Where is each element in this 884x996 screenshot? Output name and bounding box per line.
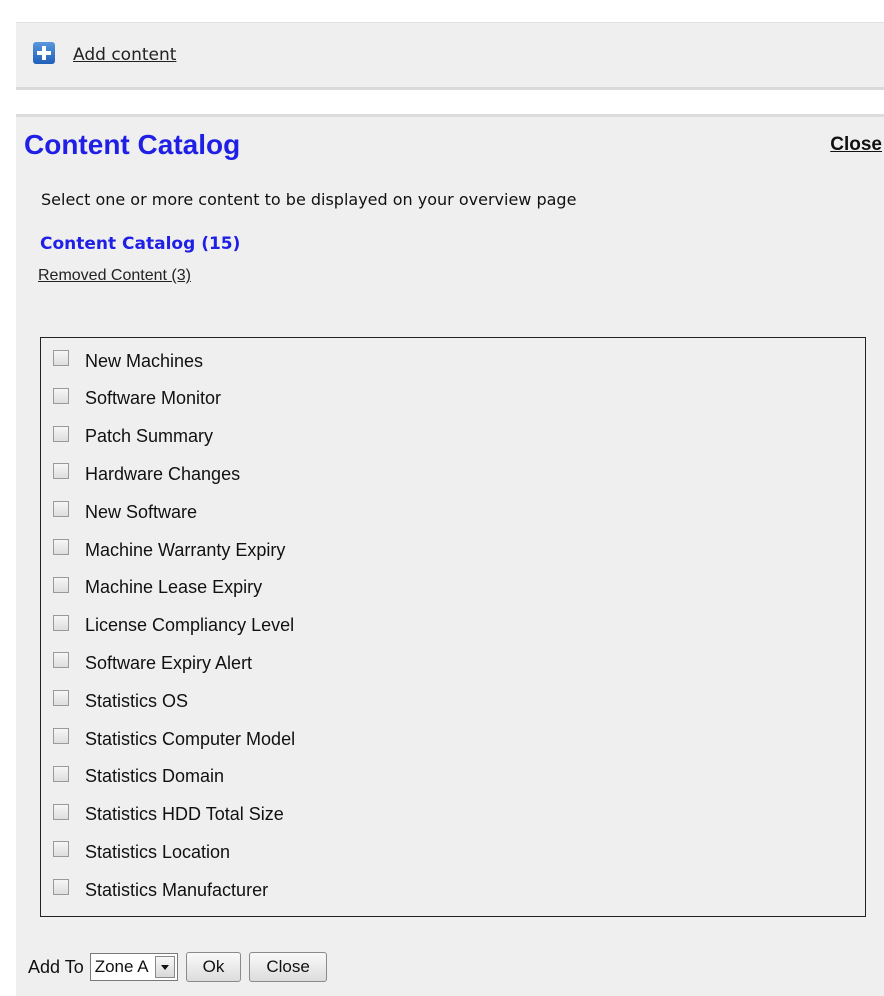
content-item-label: Software Expiry Alert xyxy=(85,652,253,673)
content-item-checkbox[interactable] xyxy=(53,841,69,858)
content-item[interactable]: Machine Lease Expiry xyxy=(53,573,262,597)
content-catalog-panel: Content Catalog Close Select one or more… xyxy=(16,114,884,996)
content-item-checkbox[interactable] xyxy=(53,728,69,744)
content-item-checkbox[interactable] xyxy=(53,803,69,820)
content-item[interactable]: Statistics Computer Model xyxy=(53,724,296,749)
zone-select[interactable]: Zone A xyxy=(89,953,178,981)
content-item-label: Hardware Changes xyxy=(85,463,241,484)
content-item-checkbox[interactable] xyxy=(53,463,69,480)
content-item[interactable]: Machine Warranty Expiry xyxy=(53,535,286,560)
removed-content-link[interactable]: Removed Content (3) xyxy=(38,267,191,285)
content-item-label: Statistics Computer Model xyxy=(85,728,296,749)
content-item[interactable]: Statistics Manufacturer xyxy=(53,875,269,900)
content-item-label: New Software xyxy=(85,501,198,522)
content-item-checkbox[interactable] xyxy=(53,576,69,593)
content-list: New Machines Software Monitor Patch Summar… xyxy=(40,337,866,917)
content-item-label: Statistics Location xyxy=(85,841,231,862)
content-item-checkbox[interactable] xyxy=(53,614,69,631)
content-item[interactable]: Software Monitor xyxy=(53,384,221,408)
content-item-checkbox[interactable] xyxy=(53,652,69,669)
content-item-checkbox[interactable] xyxy=(53,690,69,707)
zone-select-value: Zone A xyxy=(94,957,149,976)
content-item[interactable]: Statistics Location xyxy=(53,837,231,862)
add-to-label: Add To xyxy=(28,956,84,977)
content-item-label: Statistics OS xyxy=(85,690,189,711)
content-item-label: Machine Lease Expiry xyxy=(85,577,263,598)
plus-icon[interactable] xyxy=(33,42,55,64)
ok-button[interactable]: Ok xyxy=(185,952,242,982)
content-item[interactable]: Software Expiry Alert xyxy=(53,648,253,673)
content-item-checkbox[interactable] xyxy=(53,387,69,404)
content-item-checkbox[interactable] xyxy=(53,350,69,366)
footer-controls: Add To Zone A Ok Close xyxy=(28,951,327,983)
content-item[interactable]: License Compliancy Level xyxy=(53,611,294,635)
instructions-text: Select one or more content to be display… xyxy=(41,190,577,209)
content-item-label: Machine Warranty Expiry xyxy=(85,539,286,560)
content-item[interactable]: New Software xyxy=(53,497,198,522)
panel-title: Content Catalog xyxy=(24,129,241,160)
content-item-label: Patch Summary xyxy=(85,426,214,447)
content-item[interactable]: New Machines xyxy=(53,346,204,371)
content-item[interactable]: Statistics OS xyxy=(53,686,189,711)
content-catalog-count-heading: Content Catalog (15) xyxy=(40,234,241,254)
content-item-label: Software Monitor xyxy=(85,388,222,409)
top-bar: Add content xyxy=(16,22,884,90)
content-item-checkbox[interactable] xyxy=(53,879,69,896)
content-item-label: Statistics HDD Total Size xyxy=(85,804,284,825)
content-item-label: New Machines xyxy=(85,350,204,371)
chevron-down-icon[interactable] xyxy=(154,956,175,978)
content-item[interactable]: Statistics HDD Total Size xyxy=(53,800,284,824)
content-item-checkbox[interactable] xyxy=(53,425,69,442)
content-item-checkbox[interactable] xyxy=(53,539,69,555)
content-item-label: License Compliancy Level xyxy=(85,615,295,636)
content-item[interactable]: Hardware Changes xyxy=(53,459,241,484)
content-item-label: Statistics Domain xyxy=(85,766,225,787)
close-button[interactable]: Close xyxy=(249,952,327,982)
content-item-checkbox[interactable] xyxy=(53,501,69,518)
content-item[interactable]: Statistics Domain xyxy=(53,762,224,786)
content-item-checkbox[interactable] xyxy=(53,765,69,782)
content-item-label: Statistics Manufacturer xyxy=(85,879,269,900)
panel-close-link[interactable]: Close xyxy=(830,134,882,156)
content-item[interactable]: Patch Summary xyxy=(53,422,213,446)
add-content-link[interactable]: Add content xyxy=(73,45,176,65)
